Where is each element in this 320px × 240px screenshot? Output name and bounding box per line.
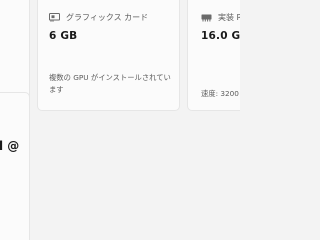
graphics-card-header: グラフィックス カード xyxy=(49,12,148,23)
graphics-card-note: 複数の GPU がインストールされています xyxy=(49,73,171,94)
installed-ram-tile: 実装 R 16.0 GB 速度: 3200 xyxy=(187,0,240,111)
installed-ram-speed: 速度: 3200 xyxy=(201,89,239,98)
installed-ram-header: 実装 R xyxy=(201,12,240,23)
graphics-card-memory-value: 6 GB xyxy=(49,30,78,42)
graphics-card-title: グラフィックス カード xyxy=(66,13,149,22)
graphics-card-icon xyxy=(49,13,60,22)
device-specs-view: グラフィックス カード 6 GB 複数の GPU がインストールされています 実… xyxy=(0,0,240,240)
installed-ram-value: 16.0 GB xyxy=(201,30,240,42)
memory-icon xyxy=(201,14,212,22)
installed-ram-title: 実装 R xyxy=(218,13,240,22)
graphics-card-tile: グラフィックス カード 6 GB 複数の GPU がインストールされています xyxy=(37,0,180,111)
spec-card-left-bottom: l @ xyxy=(0,92,30,240)
spec-card-left-bottom-value: l @ xyxy=(0,139,20,153)
